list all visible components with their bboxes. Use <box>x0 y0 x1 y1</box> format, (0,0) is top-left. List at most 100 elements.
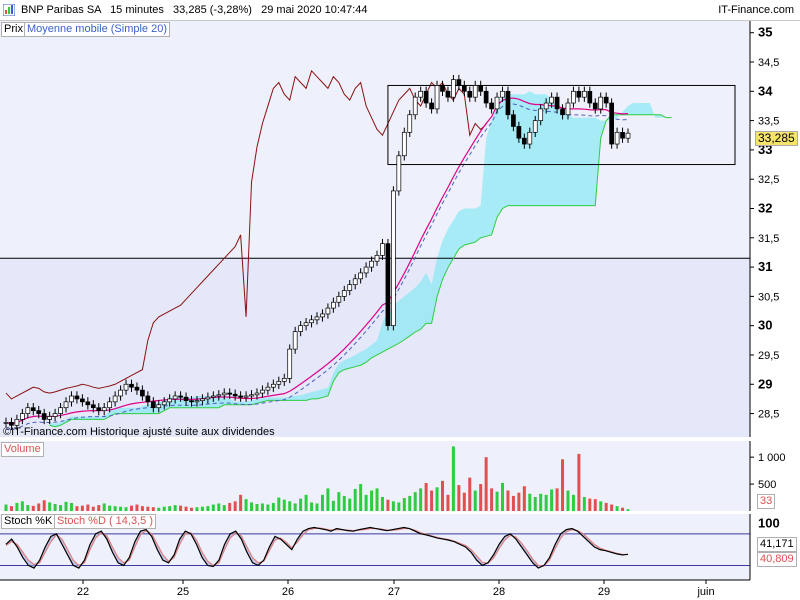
volume-bar <box>490 488 494 511</box>
candle-body <box>538 108 544 121</box>
volume-bar <box>424 483 428 511</box>
candle-body <box>210 395 216 398</box>
candle-body <box>183 396 189 402</box>
candle-body <box>396 155 402 192</box>
candle-body <box>167 398 173 403</box>
candle-body <box>560 108 565 116</box>
candle-body <box>36 410 42 414</box>
footnote: ©IT-Finance.com Historique ajusté suite … <box>3 426 275 438</box>
volume-bar <box>331 500 335 511</box>
volume-bar <box>119 506 123 511</box>
volume-bar <box>64 501 68 511</box>
candle-body <box>107 401 113 409</box>
candle-body <box>85 401 91 406</box>
legend-volume: Volume <box>1 442 44 457</box>
volume-bar <box>320 494 324 511</box>
candle-body <box>309 319 314 324</box>
volume-bar <box>462 492 466 511</box>
candle-body <box>30 407 36 411</box>
candle-body <box>292 331 298 350</box>
volume-bar <box>173 505 177 511</box>
volume-bar <box>550 489 554 511</box>
candle-body <box>134 386 140 391</box>
volume-bar <box>102 503 106 511</box>
candle-body <box>401 131 407 157</box>
volume-bar <box>233 501 237 511</box>
price-axis-tick-label: 31 <box>758 259 772 274</box>
volume-bar <box>479 484 483 511</box>
candle-body <box>161 401 167 406</box>
candle-body <box>369 260 374 268</box>
candle-body <box>276 380 282 385</box>
volume-bar <box>533 497 537 511</box>
volume-bar <box>446 494 450 511</box>
candle-body <box>249 394 254 397</box>
volume-bar <box>310 502 314 511</box>
candle-body <box>238 395 243 398</box>
candle-body <box>363 266 369 274</box>
volume-bar <box>146 506 150 511</box>
candle-body <box>592 102 598 110</box>
price-axis-tick-label: 35 <box>758 25 772 40</box>
volume-bar <box>440 480 444 511</box>
candle-body <box>74 395 80 400</box>
chart-canvas[interactable]: 28,5 29 29,5 30 30,5 31 31,5 32 32,5 33 33,5 34 34,5… <box>0 0 800 600</box>
volume-bar <box>260 503 264 511</box>
volume-bar <box>522 486 526 511</box>
price-axis-tick-label: 34 <box>758 83 773 98</box>
candle-body <box>58 407 63 414</box>
volume-bar <box>151 507 155 511</box>
volume-bar <box>468 477 472 511</box>
x-axis-tick-label: 26 <box>282 586 294 598</box>
candle-body <box>20 413 25 420</box>
candle-body <box>205 396 211 400</box>
volume-bar <box>402 498 406 511</box>
candle-body <box>418 90 424 98</box>
volume-bar <box>206 506 210 511</box>
x-axis-tick-label: 27 <box>388 586 400 598</box>
x-axis-tick-label: 25 <box>177 586 189 598</box>
price-axis-tick-label: 29,5 <box>758 350 779 362</box>
candle-body <box>80 398 85 403</box>
candle-body <box>352 278 358 286</box>
candle-body <box>549 96 554 104</box>
volume-bar <box>577 453 581 511</box>
volume-bar <box>430 490 434 511</box>
candle-body <box>150 401 156 409</box>
candle-body <box>423 90 429 104</box>
candle-body <box>303 322 309 327</box>
candle-body <box>216 394 222 397</box>
candle-body <box>189 400 194 403</box>
candle-body <box>96 407 102 411</box>
volume-bar <box>200 506 204 511</box>
volume-bar <box>9 506 13 511</box>
volume-bar <box>282 499 286 511</box>
candle-body <box>412 96 418 116</box>
volume-bar <box>599 501 603 511</box>
volume-bar <box>364 494 368 511</box>
legend-moving-average: Moyenne mobile (Simple 20) <box>24 22 171 37</box>
volume-bar <box>615 506 619 511</box>
volume-bar <box>239 494 243 511</box>
volume-readout: 33 <box>757 494 776 509</box>
volume-bar <box>20 501 24 511</box>
candle-body <box>243 395 249 398</box>
volume-bar <box>593 499 597 511</box>
volume-bar <box>59 505 63 511</box>
candle-body <box>227 392 233 395</box>
volume-bar <box>397 502 401 511</box>
volume-bar <box>375 488 379 511</box>
candle-body <box>194 400 200 403</box>
candle-body <box>281 378 287 382</box>
volume-bar <box>495 491 499 511</box>
x-axis-tick-label: 29 <box>598 586 610 598</box>
candle-body <box>483 90 489 104</box>
candle-body <box>331 301 336 309</box>
candle-body <box>527 131 533 145</box>
volume-bar <box>42 500 46 511</box>
candle-body <box>587 90 593 104</box>
candle-body <box>429 102 434 110</box>
candle-body <box>576 90 582 98</box>
candle-body <box>298 325 303 332</box>
candle-body <box>200 398 205 402</box>
